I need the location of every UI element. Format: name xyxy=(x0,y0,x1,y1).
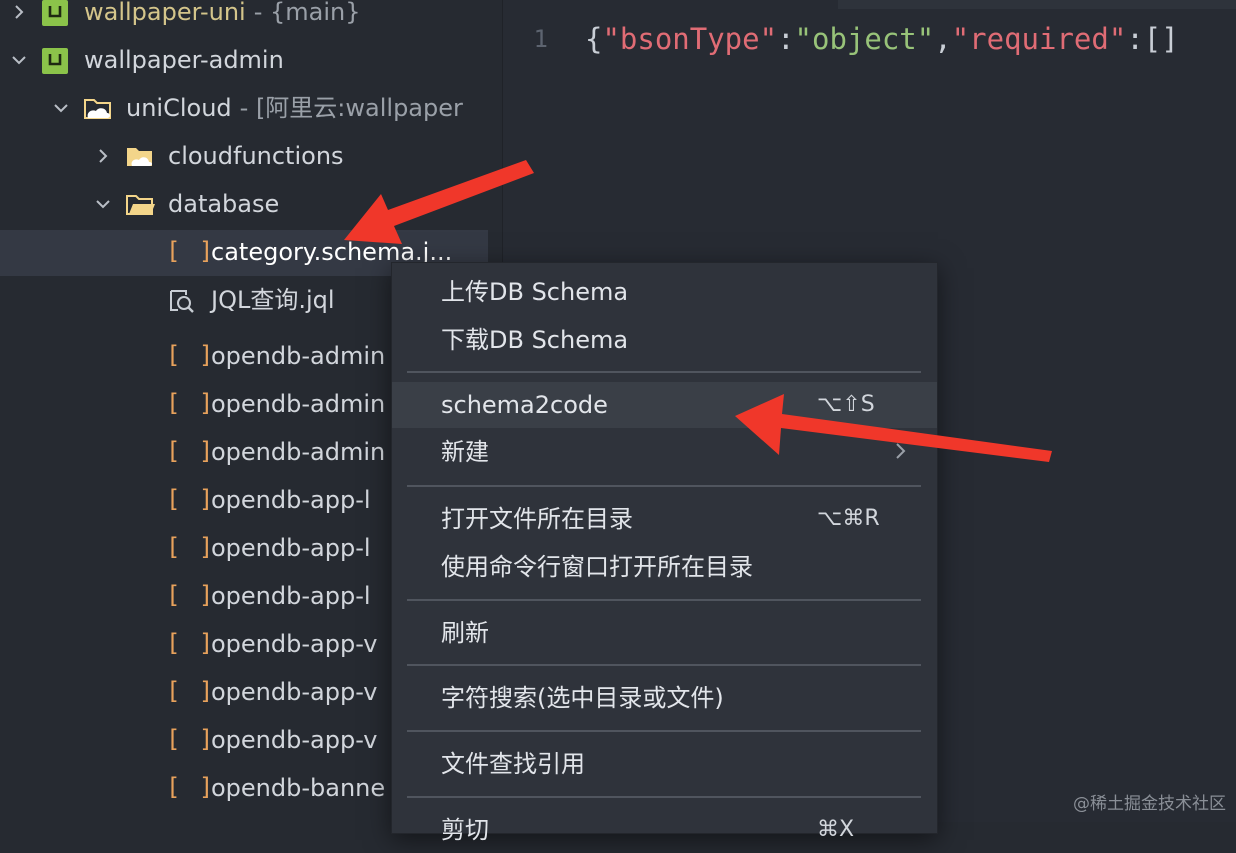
menu-item-shortcut: ⌘X xyxy=(817,817,855,842)
menu-item-label: 下载DB Schema xyxy=(441,326,629,354)
tree-item-label: opendb-admin xyxy=(211,342,386,370)
menu-item-shortcut: ⌥⇧S xyxy=(817,392,875,417)
json-file-icon: [ ] xyxy=(166,437,216,465)
menu-item-schema2code[interactable]: schema2code ⌥⇧S xyxy=(392,382,937,428)
tree-item-label: database xyxy=(168,190,280,218)
chevron-down-icon[interactable] xyxy=(52,99,70,117)
project-icon xyxy=(42,48,70,74)
menu-item-label: 文件查找引用 xyxy=(441,750,585,778)
menu-item-upload-db-schema[interactable]: 上传DB Schema xyxy=(392,269,937,315)
menu-item-refresh[interactable]: 刷新 xyxy=(392,610,937,656)
menu-item-cut[interactable]: 剪切 ⌘X xyxy=(392,807,937,853)
tree-item-label: opendb-app-l xyxy=(211,486,371,514)
code-token: "bsonType" xyxy=(602,22,778,56)
code-token: { xyxy=(585,22,603,56)
chevron-right-icon[interactable] xyxy=(94,147,112,165)
menu-item-text-search[interactable]: 字符搜索(选中目录或文件) xyxy=(392,675,937,721)
tree-item-wallpaper-admin[interactable]: wallpaper-admin xyxy=(0,38,502,84)
unicloud-provider: - [阿里云:wallpaper xyxy=(239,94,463,122)
menu-separator xyxy=(407,664,921,666)
menu-item-label: 上传DB Schema xyxy=(441,278,629,306)
tree-item-label: opendb-app-l xyxy=(211,534,371,562)
chevron-down-icon[interactable] xyxy=(94,195,112,213)
folder-open-icon xyxy=(126,192,155,218)
menu-item-find-references[interactable]: 文件查找引用 xyxy=(392,741,937,787)
tree-item-wallpaper-uni[interactable]: wallpaper-uni - {main} xyxy=(0,0,502,36)
json-file-icon: [ ] xyxy=(166,389,216,417)
tree-item-database[interactable]: database xyxy=(0,182,502,228)
project-name: wallpaper-uni xyxy=(84,0,246,26)
cloud-folder-open-icon xyxy=(84,96,112,122)
menu-item-download-db-schema[interactable]: 下载DB Schema xyxy=(392,317,937,363)
menu-item-open-containing-folder[interactable]: 打开文件所在目录 ⌥⌘R xyxy=(392,496,937,542)
code-token: , xyxy=(934,22,952,56)
line-number: 1 xyxy=(533,25,548,53)
menu-item-label: 新建 xyxy=(441,438,489,466)
chevron-right-icon xyxy=(894,441,908,465)
tree-item-unicloud[interactable]: uniCloud - [阿里云:wallpaper xyxy=(0,86,502,132)
menu-item-open-in-terminal[interactable]: 使用命令行窗口打开所在目录 xyxy=(392,544,937,590)
code-line[interactable]: {"bsonType":"object","required":[] xyxy=(585,22,1179,56)
tree-item-label: opendb-app-l xyxy=(211,582,371,610)
menu-separator xyxy=(407,730,921,732)
tree-item-label: wallpaper-uni - {main} xyxy=(84,0,361,28)
watermark: @稀土掘金技术社区 xyxy=(1073,794,1226,814)
json-file-icon: [ ] xyxy=(166,485,216,513)
tree-item-label: opendb-banne xyxy=(211,774,386,802)
menu-item-label: schema2code xyxy=(441,391,608,419)
jql-query-icon xyxy=(168,288,196,314)
menu-item-shortcut: ⌥⌘R xyxy=(817,506,880,531)
tree-item-label: wallpaper-admin xyxy=(84,46,284,74)
tree-item-label: opendb-app-v xyxy=(211,678,378,706)
menu-item-label: 字符搜索(选中目录或文件) xyxy=(441,684,724,712)
tree-item-label: cloudfunctions xyxy=(168,142,344,170)
menu-separator xyxy=(407,485,921,487)
menu-item-label: 剪切 xyxy=(441,816,489,844)
menu-item-new[interactable]: 新建 xyxy=(392,429,937,475)
tree-item-label: opendb-app-v xyxy=(211,630,378,658)
json-file-icon: [ ] xyxy=(166,629,216,657)
tree-item-cloudfunctions[interactable]: cloudfunctions xyxy=(0,134,502,180)
tree-item-label: JQL查询.jql xyxy=(211,286,335,314)
json-file-icon: [ ] xyxy=(166,581,216,609)
code-token: "required" xyxy=(951,22,1127,56)
menu-item-label: 刷新 xyxy=(441,619,489,647)
tree-item-label: uniCloud - [阿里云:wallpaper xyxy=(126,92,463,124)
code-token: : xyxy=(777,22,795,56)
menu-separator xyxy=(407,796,921,798)
menu-item-label: 使用命令行窗口打开所在目录 xyxy=(441,553,753,581)
json-file-icon: [ ] xyxy=(166,725,216,753)
editor-tab-bar xyxy=(838,0,1236,9)
menu-item-label: 打开文件所在目录 xyxy=(441,505,633,533)
menu-separator xyxy=(407,371,921,373)
context-menu: 上传DB Schema 下载DB Schema schema2code ⌥⇧S … xyxy=(391,262,938,844)
tree-item-label: opendb-app-v xyxy=(211,726,378,754)
chevron-down-icon[interactable] xyxy=(10,51,28,69)
code-token: : xyxy=(1126,22,1144,56)
json-file-icon: [ ] xyxy=(166,773,216,801)
unicloud-name: uniCloud xyxy=(126,94,232,122)
project-branch: - {main} xyxy=(253,0,361,26)
tree-item-label: opendb-admin xyxy=(211,390,386,418)
chevron-right-icon[interactable] xyxy=(10,3,28,21)
json-file-icon: [ ] xyxy=(166,533,216,561)
code-token: [] xyxy=(1143,22,1179,56)
tree-item-label: opendb-admin xyxy=(211,438,386,466)
json-file-icon: [ ] xyxy=(166,237,216,265)
menu-separator xyxy=(407,599,921,601)
json-file-icon: [ ] xyxy=(166,341,216,369)
code-token: "object" xyxy=(794,22,935,56)
cloud-folder-icon xyxy=(126,144,154,170)
json-file-icon: [ ] xyxy=(166,677,216,705)
project-icon xyxy=(42,0,70,26)
